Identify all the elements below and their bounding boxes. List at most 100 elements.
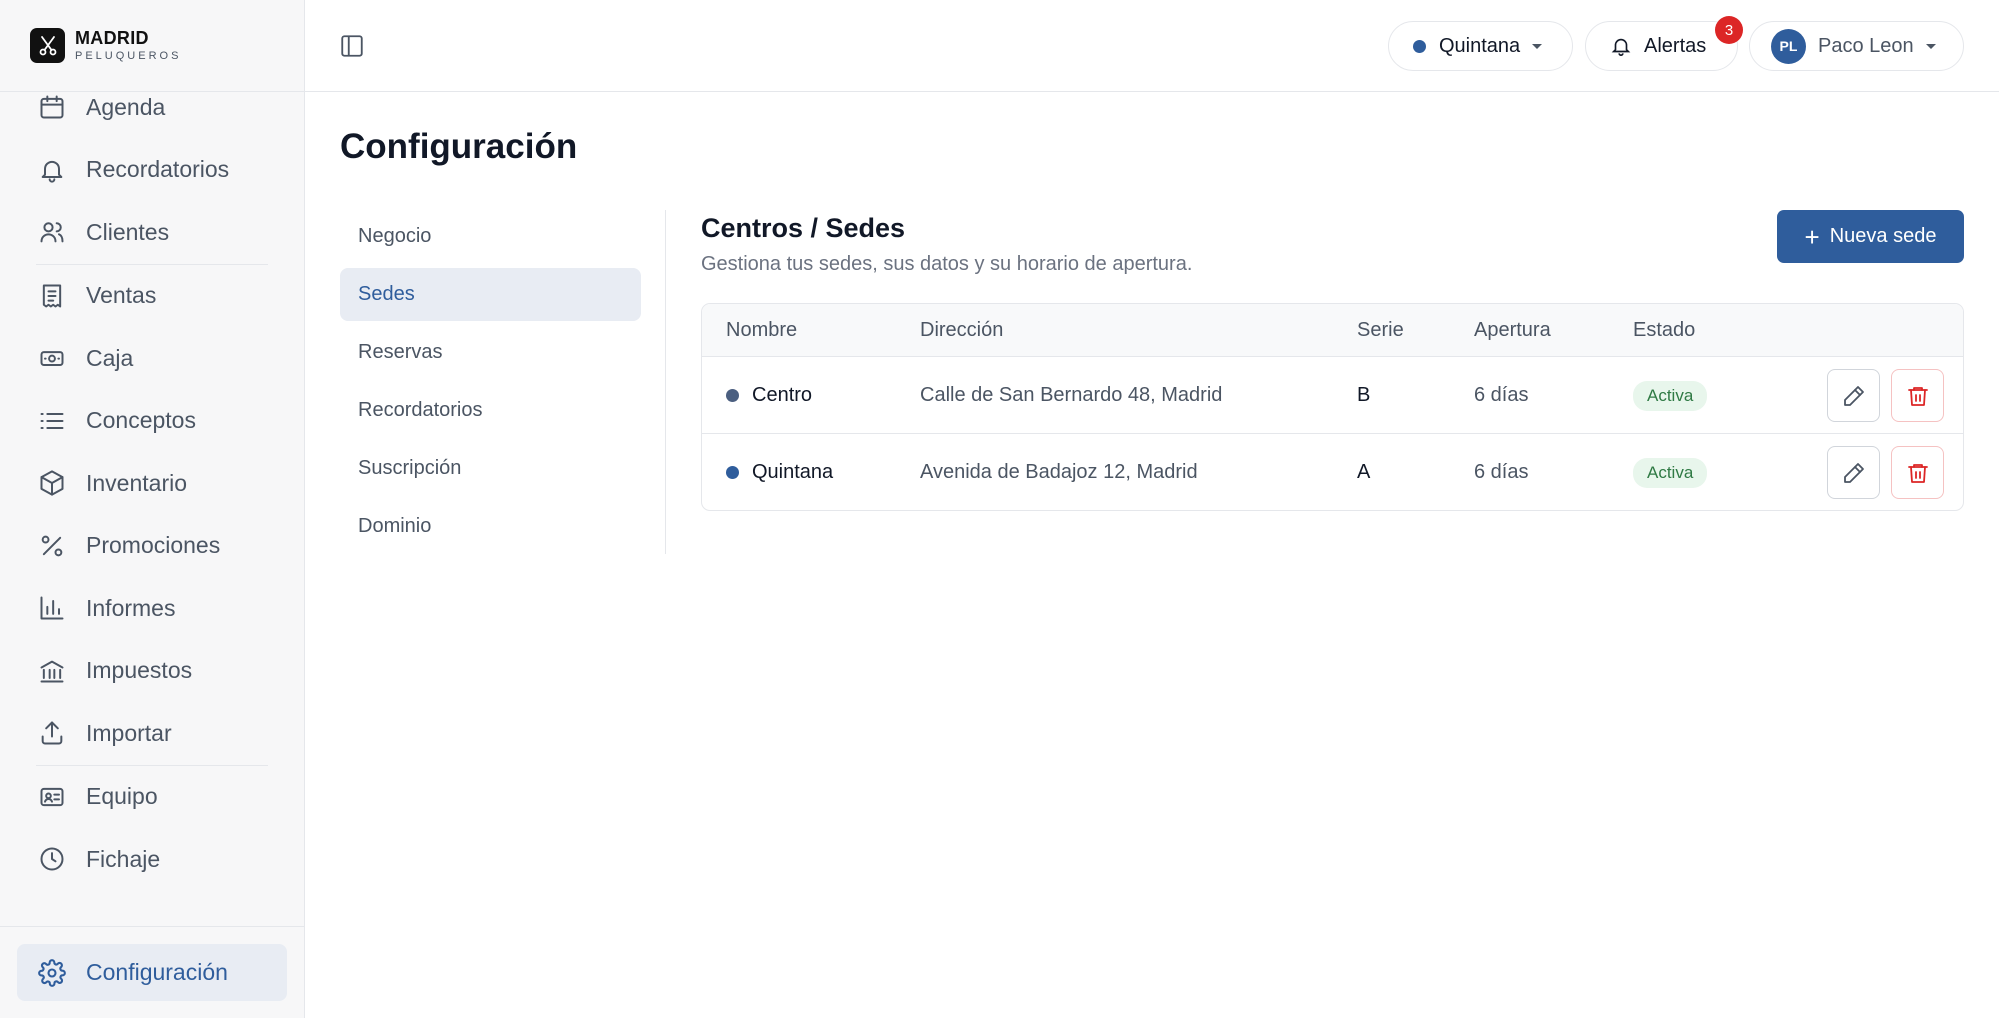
sidebar-item-label: Configuración (86, 959, 228, 985)
sidebar-item-configuracion[interactable]: Configuración (17, 944, 287, 1001)
chevron-down-icon (1532, 43, 1543, 49)
user-menu[interactable]: PL Paco Leon (1749, 21, 1964, 71)
box-icon (38, 469, 66, 497)
sidebar-item-recordatorios[interactable]: Recordatorios (0, 139, 304, 202)
delete-button[interactable] (1891, 369, 1944, 422)
sidebar-item-importar[interactable]: Importar (0, 702, 304, 765)
brand-name: MADRID (75, 28, 149, 48)
brand-subtitle: PELUQUEROS (75, 50, 182, 62)
edit-button[interactable] (1827, 369, 1880, 422)
status-badge: Activa (1633, 380, 1708, 411)
bell-icon (1611, 38, 1631, 56)
column-header-direccion: Dirección (920, 319, 1004, 341)
bar-chart-icon (38, 594, 66, 622)
sidebar-nav: Agenda Recordatorios Clientes Ventas Caj… (0, 76, 304, 891)
column-header-estado: Estado (1633, 319, 1696, 341)
sidebar-item-conceptos[interactable]: Conceptos (0, 390, 304, 453)
sidebar-item-label: Informes (86, 594, 176, 621)
section-title: Centros / Sedes (701, 213, 906, 243)
new-location-button[interactable]: + Nueva sede (1777, 210, 1964, 263)
sidebar-item-caja[interactable]: Caja (0, 327, 304, 390)
apertura-cell: 6 días (1474, 384, 1529, 406)
new-location-label: Nueva sede (1829, 225, 1937, 247)
settings-subnav: Negocio Sedes Reservas Recordatorios Sus… (340, 210, 660, 558)
sidebar: MADRID PELUQUEROS Agenda Recordatorios C… (0, 0, 305, 1018)
location-color-dot (726, 389, 739, 402)
users-icon (38, 218, 66, 246)
bell-icon (38, 156, 66, 184)
section-subtitle: Gestiona tus sedes, sus datos y su horar… (701, 253, 1193, 275)
column-header-nombre: Nombre (726, 319, 798, 341)
subnav-item-negocio[interactable]: Negocio (340, 210, 641, 263)
sidebar-item-clientes[interactable]: Clientes (0, 201, 304, 264)
sidebar-item-equipo[interactable]: Equipo (0, 766, 304, 829)
sidebar-item-fichaje[interactable]: Fichaje (0, 828, 304, 891)
sidebar-item-label: Clientes (86, 218, 170, 245)
sidebar-item-impuestos[interactable]: Impuestos (0, 640, 304, 703)
trash-icon (1907, 386, 1928, 406)
location-selector[interactable]: Quintana (1388, 21, 1573, 71)
calendar-icon (38, 93, 66, 121)
page-title: Configuración (340, 127, 578, 166)
serie-cell: A (1357, 461, 1371, 483)
upload-icon (38, 719, 66, 747)
sidebar-item-label: Caja (86, 344, 134, 371)
sidebar-item-informes[interactable]: Informes (0, 577, 304, 640)
sidebar-item-label: Promociones (86, 532, 221, 559)
pencil-icon (1843, 462, 1864, 483)
sidebar-item-label: Inventario (86, 469, 188, 496)
list-icon (38, 407, 66, 435)
location-name-text: Quintana (752, 461, 834, 483)
gear-icon (38, 958, 66, 987)
location-name-cell: Quintana (726, 434, 834, 510)
landmark-icon (38, 657, 66, 685)
id-card-icon (38, 783, 66, 811)
subnav-item-dominio[interactable]: Dominio (340, 500, 641, 553)
brand[interactable]: MADRID PELUQUEROS (0, 0, 304, 92)
banknote-icon (38, 344, 66, 372)
locations-table: Nombre Dirección Serie Apertura Estado C… (701, 303, 1964, 511)
status-cell: Activa (1633, 434, 1708, 510)
location-name-cell: Centro (726, 357, 812, 434)
edit-button[interactable] (1827, 446, 1880, 499)
location-name-text: Centro (752, 384, 813, 406)
avatar: PL (1771, 28, 1806, 64)
toggle-sidebar-button[interactable] (339, 33, 365, 59)
subnav-item-sedes[interactable]: Sedes (340, 268, 641, 321)
user-name: Paco Leon (1818, 34, 1914, 57)
location-color-dot (726, 466, 739, 479)
scissors-logo-icon (30, 28, 65, 63)
table-header: Nombre Dirección Serie Apertura Estado (702, 304, 1963, 357)
alerts-button[interactable]: Alertas 3 (1585, 16, 1743, 71)
percent-icon (38, 532, 66, 560)
column-header-serie: Serie (1357, 319, 1404, 341)
serie-cell: B (1357, 384, 1371, 406)
subnav-item-reservas[interactable]: Reservas (340, 326, 641, 379)
alerts-count-badge: 3 (1715, 16, 1743, 44)
table-row[interactable]: Centro Calle de San Bernardo 48, Madrid … (702, 357, 1963, 434)
subnav-item-suscripcion[interactable]: Suscripción (340, 442, 641, 495)
sidebar-item-ventas[interactable]: Ventas (0, 265, 304, 328)
address-cell: Calle de San Bernardo 48, Madrid (920, 384, 1223, 406)
trash-icon (1907, 463, 1928, 483)
sidebar-item-label: Fichaje (86, 845, 161, 872)
table-row[interactable]: Quintana Avenida de Badajoz 12, Madrid A… (702, 434, 1963, 510)
subnav-item-recordatorios[interactable]: Recordatorios (340, 384, 641, 437)
sidebar-footer: Configuración (0, 926, 304, 1018)
status-cell: Activa (1633, 357, 1708, 434)
sidebar-item-label: Ventas (86, 282, 157, 309)
sidebar-panel-icon (341, 35, 363, 57)
receipt-icon (38, 282, 66, 310)
plus-icon: + (1804, 221, 1820, 252)
apertura-cell: 6 días (1474, 461, 1529, 483)
sidebar-item-inventario[interactable]: Inventario (0, 452, 304, 515)
location-dot (1413, 39, 1426, 53)
sidebar-item-promociones[interactable]: Promociones (0, 515, 304, 578)
subnav-divider (665, 210, 666, 554)
delete-button[interactable] (1891, 446, 1944, 499)
pencil-icon (1843, 385, 1864, 406)
sidebar-item-label: Recordatorios (86, 156, 230, 183)
alerts-label: Alertas (1644, 34, 1707, 57)
address-cell: Avenida de Badajoz 12, Madrid (920, 461, 1198, 483)
top-header: Quintana Alertas 3 PL Paco Leon (305, 0, 1999, 92)
